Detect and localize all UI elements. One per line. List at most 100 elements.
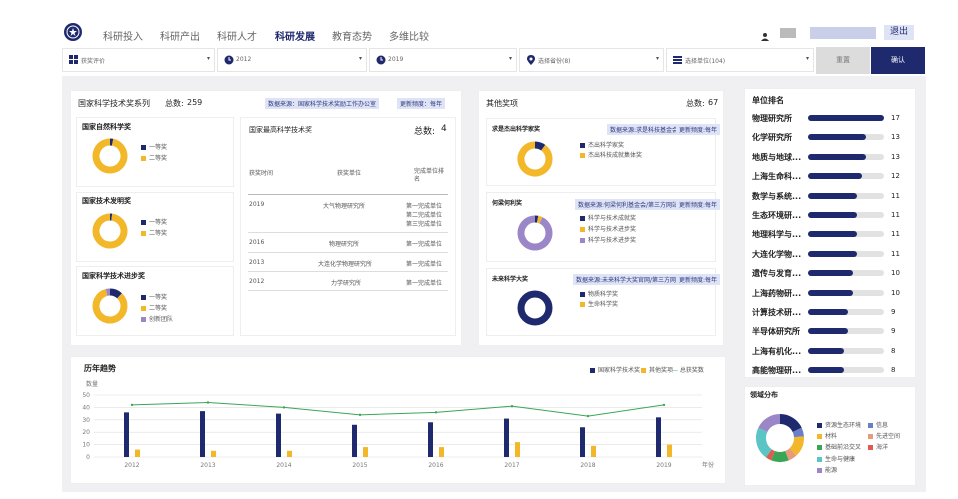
table-divider xyxy=(248,194,448,195)
future-title: 未来科学大奖 xyxy=(492,276,529,283)
field-slice xyxy=(792,427,804,438)
natural-science-slice xyxy=(92,138,128,174)
tech-progress-donut xyxy=(92,288,128,324)
tech-invention-donut xyxy=(92,213,128,249)
table-divider xyxy=(248,232,448,233)
rank-bar xyxy=(808,231,858,238)
rank-name: 计算技术研... xyxy=(752,308,802,317)
other-title: 其他奖项 xyxy=(486,99,518,108)
table-divider xyxy=(248,271,448,272)
qiushi-title: 求是杰出科学家奖 xyxy=(492,126,541,133)
x-axis-label: 年份 xyxy=(702,461,714,469)
chevron-down-icon: ▾ xyxy=(805,55,809,62)
future-donut xyxy=(517,290,553,326)
rank-value: 17 xyxy=(891,114,900,122)
legend-item: 科学与技术进步奖 xyxy=(580,235,636,244)
legend-item: 二等奖 xyxy=(141,228,167,237)
legend-item: 其他奖项 xyxy=(641,365,673,374)
filter-region[interactable]: 选择省份(8) ▾ xyxy=(519,48,664,72)
table-cell-year: 2016 xyxy=(249,239,265,246)
qiushi-slice xyxy=(534,141,546,151)
bar-national xyxy=(352,424,357,457)
rank-name: 数学与系统... xyxy=(752,191,802,201)
table-cell-rank: 第一完成单位 xyxy=(406,261,443,268)
x-tick-label: 2018 xyxy=(580,462,595,469)
rank-bar xyxy=(808,270,853,277)
rank-name: 半导体研究所 xyxy=(752,327,800,337)
rank-value: 11 xyxy=(891,249,900,258)
nav-item-invest[interactable]: 科研投入 xyxy=(103,28,143,43)
qiushi-slice xyxy=(517,141,553,177)
table-cell-unit: 大连化学物理研究所 xyxy=(318,261,373,268)
rank-bar xyxy=(808,173,862,180)
total-point xyxy=(510,404,514,408)
table-divider xyxy=(248,290,448,291)
rank-bar xyxy=(808,134,867,141)
legend-item: 物质科学奖 xyxy=(580,289,618,298)
table-cell-rank: 第三完成单位 xyxy=(406,221,443,228)
logout-button[interactable]: 退出 xyxy=(884,25,914,40)
nav-item-development[interactable]: 科研发展 xyxy=(275,28,315,43)
nav-item-talent[interactable]: 科研人才 xyxy=(217,28,257,43)
legend-item: 材料 xyxy=(817,431,837,440)
chevron-down-icon: ▾ xyxy=(358,55,362,62)
legend-item: 创新团队 xyxy=(141,314,173,323)
field-slice xyxy=(756,427,773,458)
y-tick-label: 20 xyxy=(82,429,90,436)
legend-item: 信息 xyxy=(868,420,888,429)
nav-item-output[interactable]: 科研产出 xyxy=(160,28,200,43)
rank-name: 生态环境研... xyxy=(752,211,802,220)
source-tag: 数据来源:何梁何利基金会/第三方网站 xyxy=(575,199,682,210)
rank-value: 13 xyxy=(891,133,900,142)
filter-end-year[interactable]: 2019 ▾ xyxy=(369,48,517,72)
table-cell-rank: 第一完成单位 xyxy=(406,203,443,210)
y-tick-label: 40 xyxy=(82,404,90,411)
field-donut xyxy=(756,414,804,462)
filter-unit[interactable]: 选择单位(104) ▾ xyxy=(666,48,814,72)
filter-start-year[interactable]: 2012 ▾ xyxy=(217,48,367,72)
total-point xyxy=(130,403,134,407)
legend-item: 生命科学奖 xyxy=(580,299,618,308)
rank-bar xyxy=(808,153,867,160)
rank-value: 8 xyxy=(891,366,896,375)
rank-name: 上海生命科... xyxy=(752,172,802,182)
legend-item: 资源生态环境 xyxy=(817,420,861,429)
filter-type[interactable]: 获奖评价 ▾ xyxy=(62,48,215,72)
legend-item: 国家科学技术奖 xyxy=(590,365,640,374)
reset-button[interactable]: 重置 xyxy=(816,47,870,74)
ranking-title: 单位排名 xyxy=(752,96,784,105)
legend-item: 基础前沿交叉 xyxy=(817,442,861,451)
legend-item: 先进空间 xyxy=(868,431,900,440)
clock-icon xyxy=(224,55,234,65)
legend-item: 二等奖 xyxy=(141,303,167,312)
rank-value: 11 xyxy=(891,191,900,200)
user-icon[interactable] xyxy=(760,27,770,41)
rank-name: 物理研究所 xyxy=(752,114,792,123)
confirm-button[interactable]: 确认 xyxy=(871,47,925,74)
x-tick-label: 2012 xyxy=(124,462,139,469)
y-tick-label: 0 xyxy=(86,454,90,461)
bar-national xyxy=(504,418,509,457)
helian-slice xyxy=(536,215,543,224)
total-line xyxy=(131,401,665,417)
rank-value: 9 xyxy=(891,308,896,316)
rank-name: 遗传与发育... xyxy=(752,269,802,279)
total-point xyxy=(358,413,362,417)
table-cell-rank: 第一完成单位 xyxy=(406,280,443,287)
x-tick-label: 2017 xyxy=(504,462,519,469)
rank-name: 地质与地球... xyxy=(752,152,802,162)
bar-other xyxy=(135,449,140,457)
y-tick-label: 10 xyxy=(82,442,90,449)
rank-value: 13 xyxy=(891,152,900,161)
nav-item-compare[interactable]: 多维比较 xyxy=(389,28,429,43)
frequency-tag: 更新频度：每年 xyxy=(397,98,446,109)
bar-other xyxy=(363,447,368,457)
bar-national xyxy=(276,413,281,457)
table-cell-unit: 力学研究所 xyxy=(331,280,362,287)
username-blurred xyxy=(780,28,796,38)
nav-item-education[interactable]: 教育态势 xyxy=(332,28,372,43)
national-total: 259 xyxy=(187,98,203,107)
table-cell-rank: 第二完成单位 xyxy=(406,212,443,219)
tech-progress-title: 国家科学技术进步奖 xyxy=(82,272,145,280)
rank-bar xyxy=(808,309,849,315)
